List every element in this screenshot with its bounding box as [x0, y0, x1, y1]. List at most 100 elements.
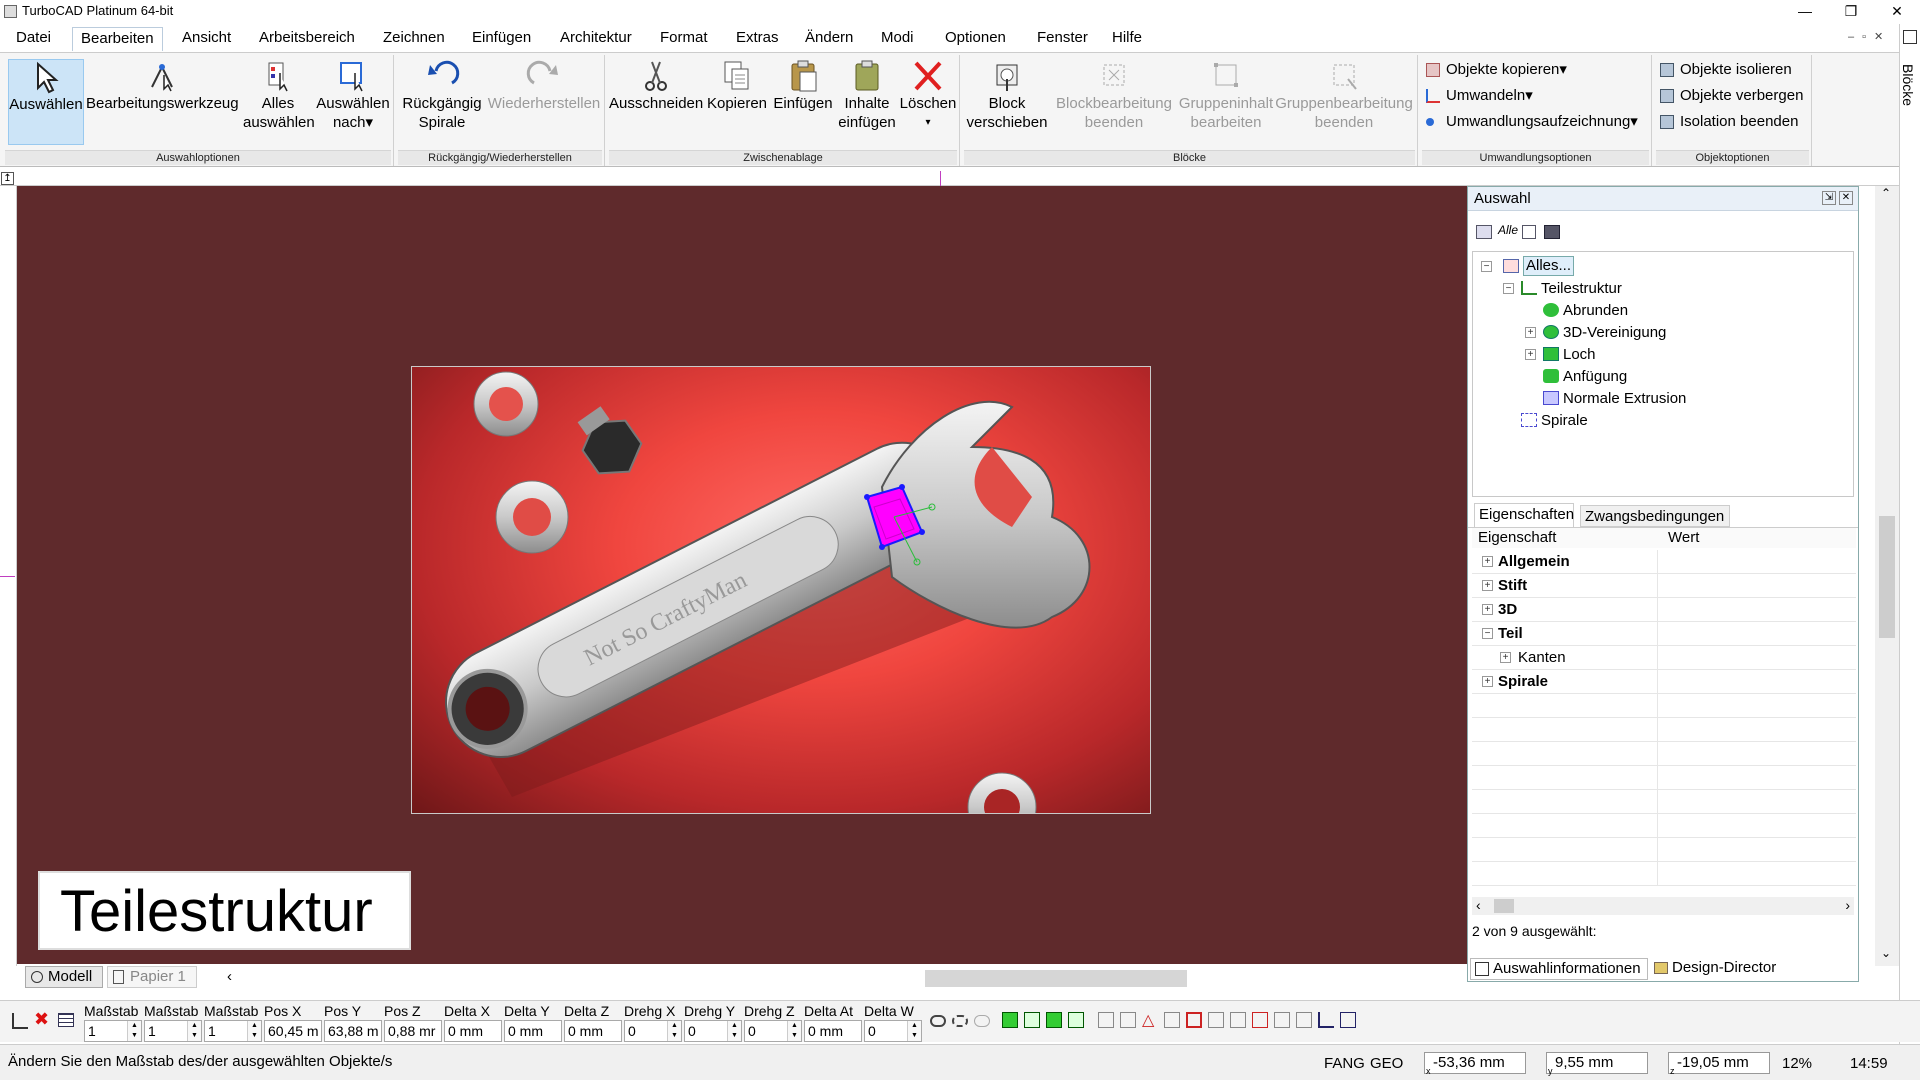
snap-triangle-icon[interactable]: △: [1142, 1010, 1154, 1030]
spinner-icon[interactable]: ▲ ▼: [907, 1021, 921, 1041]
massstab-z-field[interactable]: Maßstab 1 ▲ ▼: [204, 1003, 262, 1042]
delta-y-field[interactable]: Delta Y 0 mm: [504, 1003, 562, 1042]
drehg-x-field[interactable]: Drehg X 0 ▲ ▼: [624, 1003, 682, 1042]
einfuegen-button[interactable]: Einfügen: [771, 59, 835, 145]
tab-zwangsbedingungen[interactable]: Zwangsbedingungen: [1580, 505, 1730, 527]
panel-close-icon[interactable]: ✕: [1839, 191, 1853, 205]
render-image[interactable]: Not So CraftyMan: [411, 366, 1151, 814]
menu-einfuegen[interactable]: Einfügen: [464, 27, 539, 51]
massstab-x-field[interactable]: Maßstab 1 ▲ ▼: [84, 1003, 142, 1042]
fang-toggle[interactable]: FANG: [1324, 1055, 1365, 1072]
inhalte-einfuegen-button[interactable]: Inhalte einfügen: [837, 59, 897, 145]
snap-perp-icon[interactable]: [1230, 1012, 1246, 1028]
loeschen-button[interactable]: Löschen ▾: [899, 59, 957, 145]
menu-modi[interactable]: Modi: [873, 27, 922, 51]
pos-y-field[interactable]: Pos Y 63,88 m: [324, 1003, 382, 1042]
drehg-z-field[interactable]: Drehg Z 0 ▲ ▼: [744, 1003, 802, 1042]
wiederherstellen-button[interactable]: Wiederherstellen: [486, 59, 602, 145]
scroll-thumb[interactable]: [1494, 899, 1514, 913]
alles-auswaehlen-button[interactable]: Alles auswählen: [243, 59, 315, 145]
menu-hilfe[interactable]: Hilfe: [1104, 27, 1150, 51]
drehg-y-field[interactable]: Drehg Y 0 ▲ ▼: [684, 1003, 742, 1042]
rueckgaengig-button[interactable]: Rückgängig Spirale: [400, 59, 484, 145]
pos-x-field[interactable]: Pos X 60,45 m: [264, 1003, 322, 1042]
scroll-up-icon[interactable]: ⌃: [1881, 186, 1891, 200]
tab-design-director[interactable]: Design-Director: [1650, 958, 1790, 980]
umwandeln-button[interactable]: Umwandeln▾: [1422, 85, 1650, 107]
menu-optionen[interactable]: Optionen: [937, 27, 1014, 51]
spinner-icon[interactable]: ▲ ▼: [667, 1021, 681, 1041]
expand-icon[interactable]: +: [1482, 604, 1493, 615]
scroll-left-icon[interactable]: ‹: [1476, 897, 1481, 913]
collapse-icon[interactable]: −: [1503, 283, 1514, 294]
menu-architektur[interactable]: Architektur: [552, 27, 640, 51]
expand-icon[interactable]: +: [1500, 652, 1511, 663]
snap-parallel-icon[interactable]: [1274, 1012, 1290, 1028]
menu-format[interactable]: Format: [652, 27, 716, 51]
tabs-scroll-left-icon[interactable]: ‹: [227, 968, 232, 985]
expand-icon[interactable]: +: [1482, 676, 1493, 687]
spinner-icon[interactable]: ▲ ▼: [727, 1021, 741, 1041]
tab-modell[interactable]: Modell: [25, 966, 103, 988]
auswaehlen-button[interactable]: Auswählen: [8, 59, 84, 145]
pos-z-field[interactable]: Pos Z 0,88 mr: [384, 1003, 442, 1042]
scroll-right-icon[interactable]: ›: [1845, 897, 1850, 913]
menu-datei[interactable]: Datei: [8, 27, 59, 51]
menu-fenster[interactable]: Fenster: [1029, 27, 1096, 51]
snap-center-icon[interactable]: [1068, 1012, 1084, 1028]
prop-row-allgemein[interactable]: + Allgemein: [1472, 550, 1856, 574]
bearbeitungswerkzeug-button[interactable]: Bearbeitungswerkzeug: [86, 59, 239, 145]
ausschneiden-button[interactable]: Ausschneiden: [609, 59, 703, 145]
prop-row-teil[interactable]: − Teil: [1472, 622, 1856, 646]
canvas-hscroll-thumb[interactable]: [925, 970, 1187, 987]
snap-intersection-icon[interactable]: [1164, 1012, 1180, 1028]
block-verschieben-button[interactable]: Block verschieben: [964, 59, 1050, 145]
maximize-button[interactable]: ❐: [1828, 0, 1874, 24]
alle-toggle[interactable]: Alle: [1498, 223, 1518, 237]
menu-ansicht[interactable]: Ansicht: [174, 27, 239, 51]
blocks-side-tab[interactable]: Blöcke: [1899, 24, 1920, 1080]
umwandlungsaufzeichnung-button[interactable]: Umwandlungsaufzeichnung▾: [1422, 111, 1650, 133]
vertical-scrollbar[interactable]: ⌃ ⌄: [1875, 186, 1899, 966]
menu-bearbeiten[interactable]: Bearbeiten: [72, 27, 163, 51]
massstab-y-field[interactable]: Maßstab 1 ▲ ▼: [144, 1003, 202, 1042]
menu-arbeitsbereich[interactable]: Arbeitsbereich: [251, 27, 363, 51]
pin-icon[interactable]: ⇲: [1822, 191, 1836, 205]
gruppeninhalt-bearbeiten-button[interactable]: Gruppeninhalt bearbeiten: [1176, 59, 1276, 145]
layers-icon[interactable]: [1544, 225, 1560, 239]
kopieren-button[interactable]: Kopieren: [705, 59, 769, 145]
spinner-icon[interactable]: ▲ ▼: [787, 1021, 801, 1041]
expand-icon[interactable]: +: [1525, 349, 1536, 360]
filter-icon[interactable]: [1476, 225, 1492, 239]
snap-apparent-icon[interactable]: [1340, 1012, 1356, 1028]
minimize-button[interactable]: —: [1782, 0, 1828, 24]
cancel-x-icon[interactable]: ✖: [34, 1009, 49, 1030]
snap-angle-icon[interactable]: [1318, 1012, 1334, 1028]
tab-papier-1[interactable]: Papier 1: [107, 966, 197, 988]
mdi-window-controls[interactable]: –▫✕: [1848, 30, 1891, 43]
isolation-beenden-button[interactable]: Isolation beenden: [1656, 111, 1810, 133]
prop-row-spirale[interactable]: + Spirale: [1472, 670, 1856, 694]
snap-settings-icon[interactable]: [12, 1013, 28, 1029]
spinner-icon[interactable]: ▲ ▼: [187, 1021, 201, 1041]
delta-z-field[interactable]: Delta Z 0 mm: [564, 1003, 622, 1042]
menu-extras[interactable]: Extras: [728, 27, 787, 51]
scroll-down-icon[interactable]: ⌄: [1881, 946, 1891, 960]
chain-disabled-icon[interactable]: [974, 1015, 990, 1027]
link-icon[interactable]: [930, 1015, 946, 1027]
prop-row-stift[interactable]: + Stift: [1472, 574, 1856, 598]
objekte-kopieren-button[interactable]: Objekte kopieren▾: [1422, 59, 1650, 81]
expand-icon[interactable]: +: [1525, 327, 1536, 338]
auswaehlen-nach-button[interactable]: Auswählen nach▾: [316, 59, 390, 145]
snap-grid-icon[interactable]: [1002, 1012, 1018, 1028]
expand-icon[interactable]: +: [1482, 556, 1493, 567]
zoom-level[interactable]: 12%: [1782, 1055, 1812, 1072]
delta-w-field[interactable]: Delta W 0 ▲ ▼: [864, 1003, 922, 1042]
delta-at-field[interactable]: Delta At 0 mm: [804, 1003, 862, 1042]
geo-toggle[interactable]: GEO: [1370, 1055, 1403, 1072]
snap-middle-icon[interactable]: [1120, 1012, 1136, 1028]
close-button[interactable]: ✕: [1874, 0, 1920, 24]
snap-end-icon[interactable]: [1098, 1012, 1114, 1028]
panel-hscrollbar[interactable]: ‹ ›: [1472, 897, 1854, 915]
snap-extension-icon[interactable]: [1296, 1012, 1312, 1028]
